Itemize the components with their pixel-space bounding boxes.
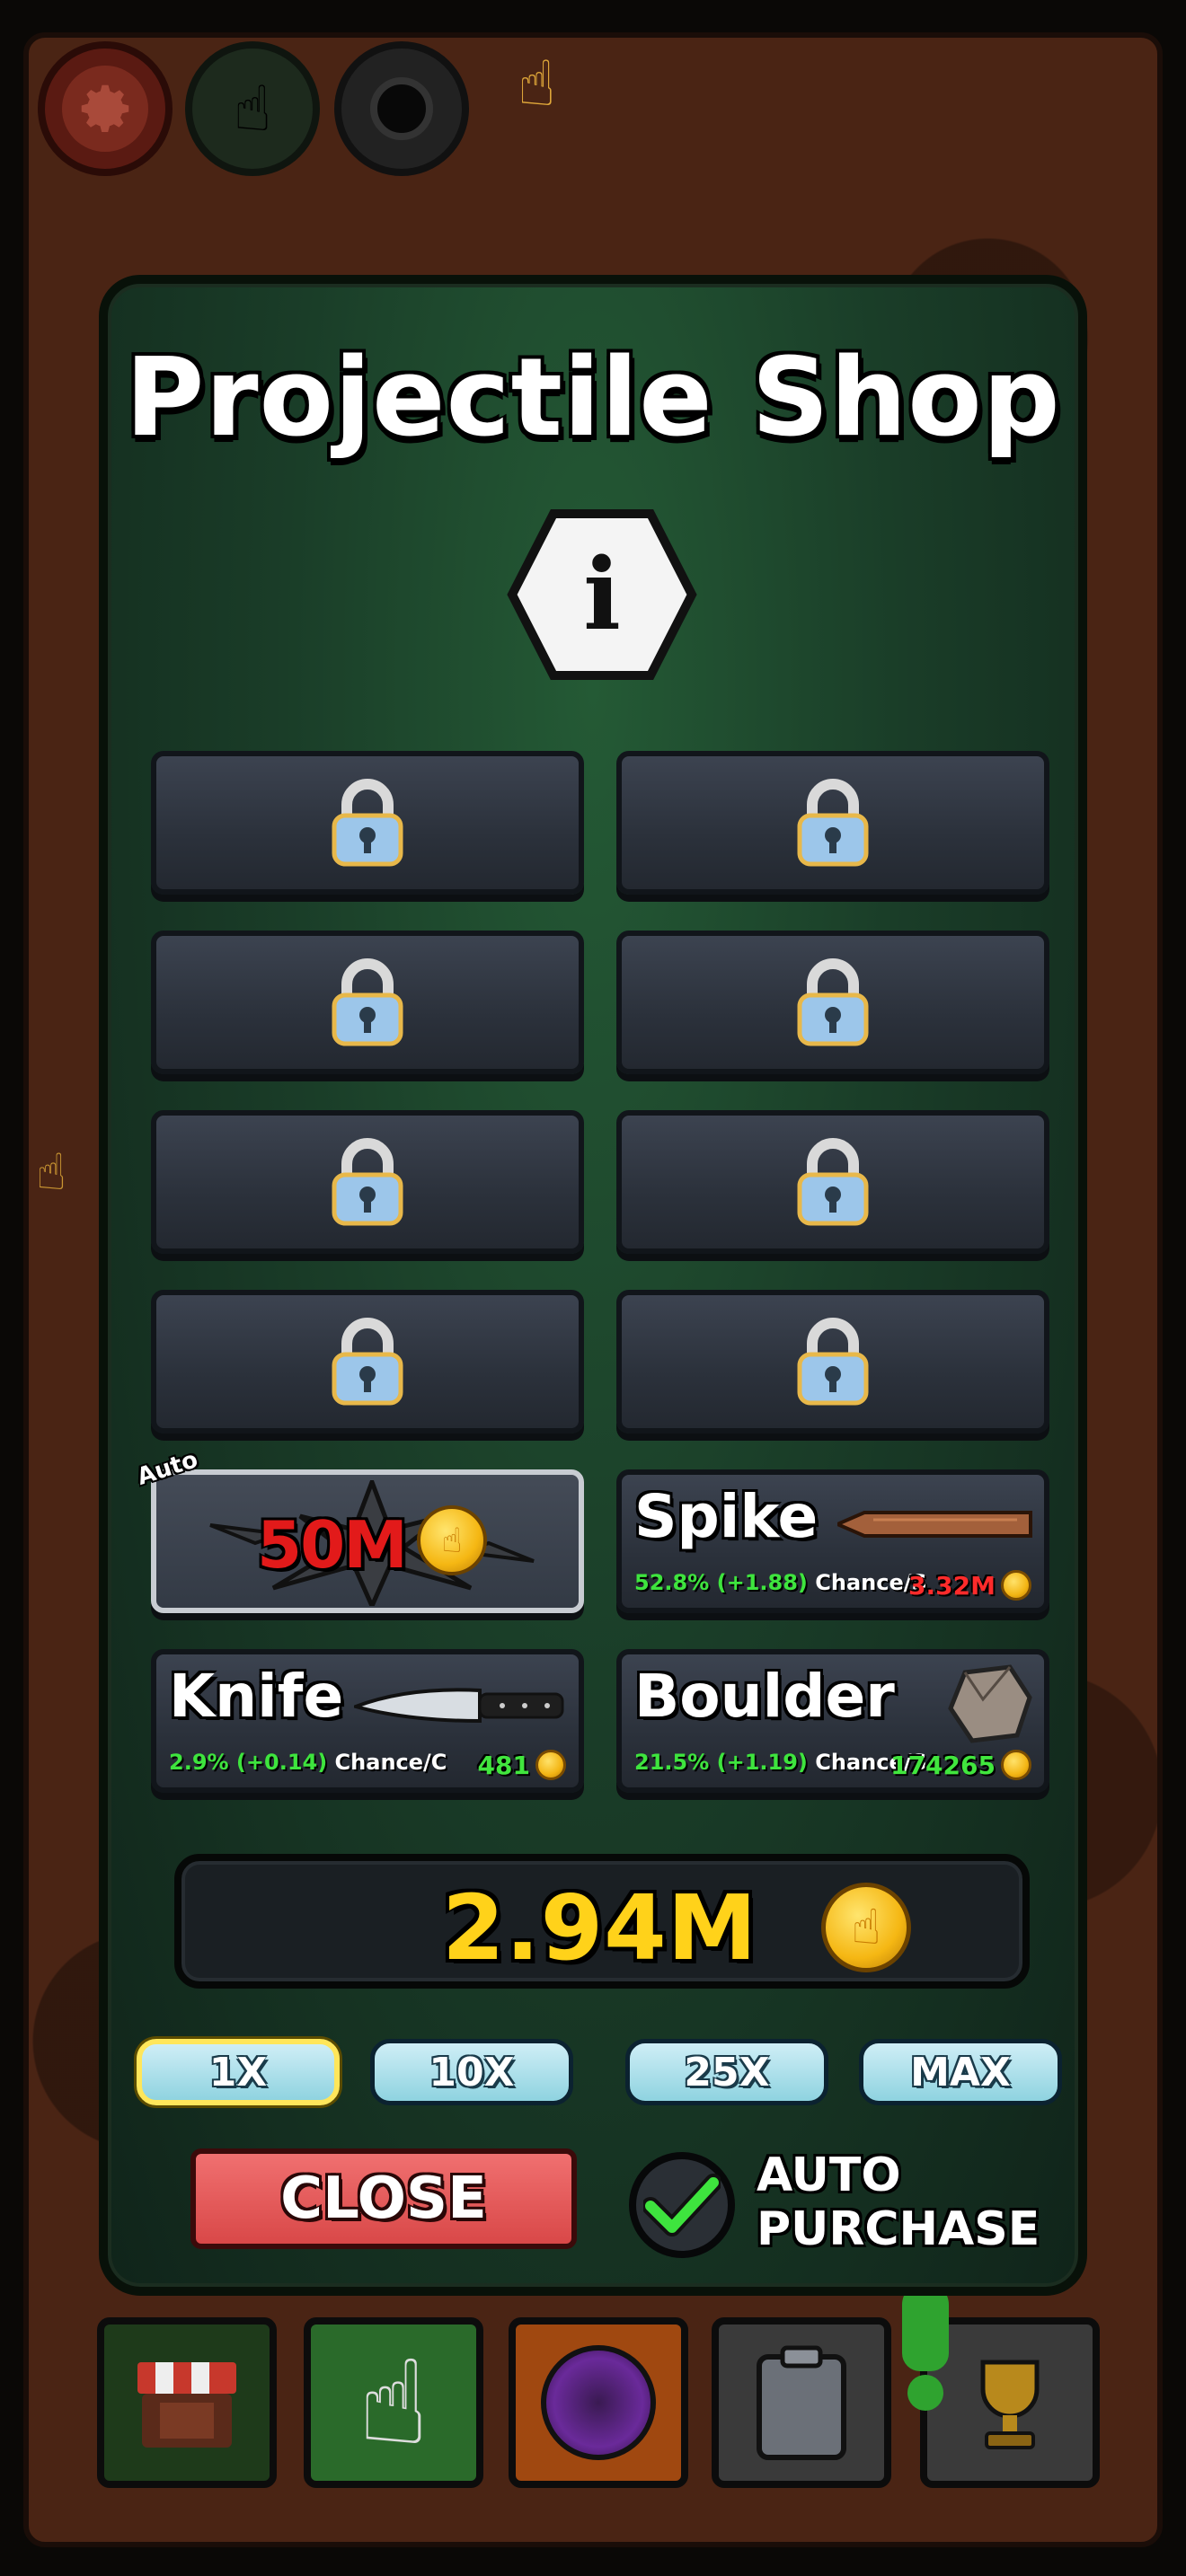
settings-button[interactable] xyxy=(38,41,173,176)
ring-icon xyxy=(370,77,433,140)
locked-projectile-slot[interactable] xyxy=(151,931,584,1074)
coin-icon xyxy=(1001,1570,1031,1601)
lock-icon xyxy=(797,1138,869,1226)
projectile-card-knife[interactable]: Knife 2.9% (+0.14) Chance/C 481 xyxy=(151,1649,584,1793)
locked-projectile-slot[interactable] xyxy=(616,1110,1049,1254)
locked-projectile-slot[interactable] xyxy=(151,1110,584,1254)
projectile-name: Knife xyxy=(169,1662,344,1731)
lock-icon xyxy=(332,958,403,1046)
lock-icon xyxy=(332,1138,403,1226)
coin-icon xyxy=(535,1750,566,1780)
nav-shop-button[interactable] xyxy=(97,2317,277,2488)
info-button[interactable]: i xyxy=(505,507,699,683)
checkmark-icon xyxy=(643,2174,721,2236)
tap-upgrade-button[interactable]: ☝ xyxy=(185,41,320,176)
coin-icon: ☝ xyxy=(821,1883,911,1972)
floating-hand-icon: ☝ xyxy=(36,1143,67,1202)
knife-icon xyxy=(354,1688,564,1724)
pointing-hand-icon: ☝ xyxy=(233,72,272,146)
coin-icon: ☝ xyxy=(417,1505,487,1575)
info-icon: i xyxy=(583,536,621,652)
coin-balance: 2.94M ☝ xyxy=(174,1854,1030,1989)
projectile-chance: 21.5% (+1.19) Chance/S xyxy=(634,1750,927,1775)
locked-projectile-slot[interactable] xyxy=(616,931,1049,1074)
lock-icon xyxy=(332,1318,403,1406)
projectile-chance: 52.8% (+1.88) Chance/S xyxy=(634,1570,927,1595)
locked-projectile-slot[interactable] xyxy=(616,1290,1049,1434)
lock-icon xyxy=(332,779,403,867)
portal-button[interactable] xyxy=(334,41,469,176)
locked-projectile-slot[interactable] xyxy=(151,751,584,895)
auto-slot-price: 50M xyxy=(257,1507,408,1583)
auto-purchase-label[interactable]: AUTO PURCHASE xyxy=(757,2148,1040,2256)
multiplier-10x-button[interactable]: 10X xyxy=(370,2039,573,2105)
nav-portal-button[interactable] xyxy=(509,2317,688,2488)
lock-icon xyxy=(797,1318,869,1406)
nav-projectiles-button[interactable]: ☝ xyxy=(304,2317,483,2488)
projectile-name: Boulder xyxy=(634,1662,895,1731)
trophy-icon xyxy=(980,2360,1040,2449)
multiplier-max-button[interactable]: MAX xyxy=(859,2039,1062,2105)
multiplier-25x-button[interactable]: 25X xyxy=(625,2039,828,2105)
locked-projectile-slot[interactable] xyxy=(616,751,1049,895)
projectile-name: Spike xyxy=(634,1482,819,1551)
gear-icon xyxy=(62,66,148,152)
projectile-card-spike[interactable]: Spike 52.8% (+1.88) Chance/S 3.32M xyxy=(616,1469,1049,1613)
portal-orb-icon xyxy=(541,2345,656,2460)
coin-icon xyxy=(1001,1750,1031,1780)
projectile-price: 174265 xyxy=(890,1750,1031,1780)
auto-projectile-slot[interactable]: Auto 50M ☝ xyxy=(134,1446,584,1613)
nav-tasks-button[interactable] xyxy=(712,2317,891,2488)
floating-hand-icon: ☝ xyxy=(518,47,556,120)
boulder-icon xyxy=(948,1664,1032,1743)
pointing-hand-icon: ☝ xyxy=(358,2334,429,2471)
balance-amount: 2.94M xyxy=(442,1875,758,1981)
locked-projectile-slot[interactable] xyxy=(151,1290,584,1434)
market-stall-icon xyxy=(137,2362,236,2448)
close-button[interactable]: CLOSE xyxy=(190,2148,577,2249)
projectile-price: 481 xyxy=(478,1750,566,1780)
projectile-chance: 2.9% (+0.14) Chance/C xyxy=(169,1750,447,1775)
auto-purchase-checkbox[interactable] xyxy=(629,2152,735,2258)
alert-exclamation-icon xyxy=(902,2281,952,2411)
projectile-card-boulder[interactable]: Boulder 21.5% (+1.19) Chance/S 174265 xyxy=(616,1649,1049,1793)
multiplier-1x-button[interactable]: 1X xyxy=(137,2039,340,2105)
auto-tag: Auto xyxy=(134,1446,201,1491)
lock-icon xyxy=(797,958,869,1046)
wooden-stake-icon xyxy=(837,1511,1032,1538)
projectile-shop-modal: Projectile Shop i Auto 50M ☝ Spike 52.8%… xyxy=(99,275,1087,2296)
projectile-price: 3.32M xyxy=(908,1570,1031,1601)
shop-title: Projectile Shop xyxy=(125,336,1061,461)
lock-icon xyxy=(797,779,869,867)
clipboard-icon xyxy=(757,2345,846,2460)
